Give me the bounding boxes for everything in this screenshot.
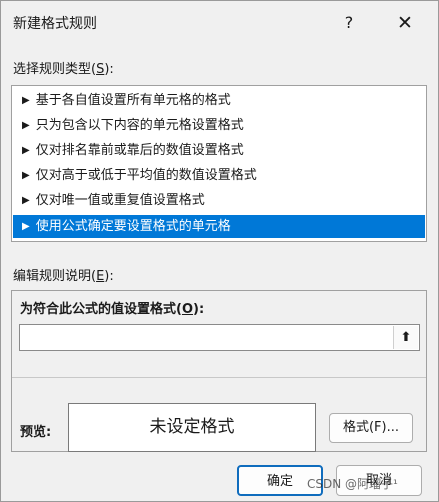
preview-label: 预览: <box>20 425 52 440</box>
help-button[interactable]: ? <box>331 8 367 38</box>
rule-type-item[interactable]: ▶ 仅对排名靠前或靠后的数值设置格式 <box>13 139 425 162</box>
formula-input[interactable] <box>20 325 388 350</box>
rule-type-item-label: 仅对高于或低于平均值的数值设置格式 <box>35 168 257 183</box>
rule-type-item[interactable]: ▶ 仅对唯一值或重复值设置格式 <box>13 189 425 212</box>
rule-type-list[interactable]: ▶ 基于各自值设置所有单元格的格式 ▶ 只为包含以下内容的单元格设置格式 ▶ 仅对排名… <box>11 85 427 242</box>
formula-heading: 为符合此公式的值设置格式(O): <box>20 302 205 317</box>
preview-box: 未设定格式 <box>68 403 316 452</box>
rule-type-label: 选择规则类型(S): <box>13 62 114 77</box>
format-button[interactable]: 格式(F)... <box>329 413 413 443</box>
ok-button[interactable]: 确定 <box>237 465 323 496</box>
formula-field: ⬆ <box>19 324 420 351</box>
dialog-title: 新建格式规则 <box>13 16 97 32</box>
rule-type-item[interactable]: ▶ 基于各自值设置所有单元格的格式 <box>13 89 425 112</box>
triangle-right-icon: ▶ <box>22 195 30 206</box>
rule-type-item-label: 仅对唯一值或重复值设置格式 <box>35 193 205 208</box>
cancel-button[interactable]: 取消 <box>336 465 422 496</box>
edit-rule-panel: 为符合此公式的值设置格式(O): ⬆ 预览: 未设定格式 格式(F)... <box>11 290 427 452</box>
new-format-rule-dialog: 新建格式规则 ? ✕ 选择规则类型(S): ▶ 基于各自值设置所有单元格的格式 ▶… <box>0 0 439 502</box>
edit-rule-label: 编辑规则说明(E): <box>13 269 114 284</box>
triangle-right-icon: ▶ <box>22 170 30 181</box>
rule-type-item-label: 基于各自值设置所有单元格的格式 <box>35 93 231 108</box>
rule-type-item[interactable]: ▶ 仅对高于或低于平均值的数值设置格式 <box>13 164 425 187</box>
triangle-right-icon: ▶ <box>22 145 30 156</box>
divider <box>12 377 426 378</box>
rule-type-item-selected[interactable]: ▶ 使用公式确定要设置格式的单元格 <box>13 215 425 238</box>
collapse-dialog-button[interactable]: ⬆ <box>393 326 418 349</box>
upload-arrow-icon: ⬆ <box>400 330 412 345</box>
rule-type-item-label: 使用公式确定要设置格式的单元格 <box>35 219 231 234</box>
triangle-right-icon: ▶ <box>22 120 30 131</box>
title-bar: 新建格式规则 ? ✕ <box>1 1 438 45</box>
rule-type-item-label: 仅对排名靠前或靠后的数值设置格式 <box>35 143 244 158</box>
triangle-right-icon: ▶ <box>22 221 30 232</box>
rule-type-item[interactable]: ▶ 只为包含以下内容的单元格设置格式 <box>13 114 425 137</box>
triangle-right-icon: ▶ <box>22 95 30 106</box>
rule-type-item-label: 只为包含以下内容的单元格设置格式 <box>35 118 244 133</box>
close-button[interactable]: ✕ <box>385 8 425 38</box>
